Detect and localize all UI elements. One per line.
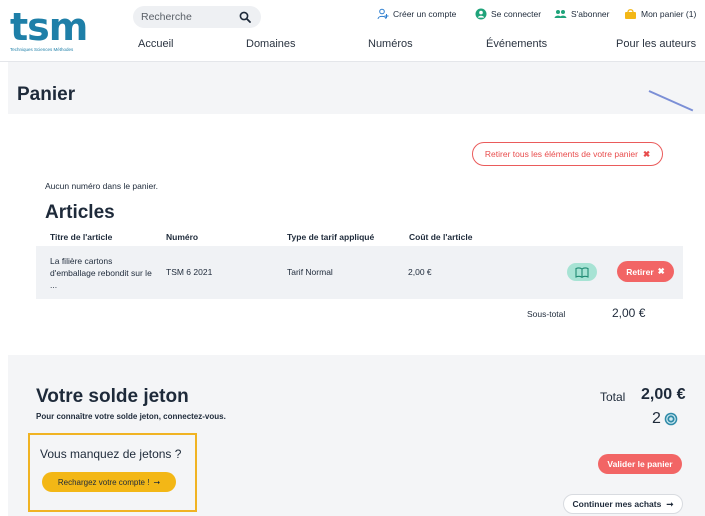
recharge-account-button[interactable]: Rechargez votre compte ! ➞: [42, 472, 176, 492]
article-rate: Tarif Normal: [287, 267, 333, 277]
token-balance-subtitle: Pour connaître votre solde jeton, connec…: [36, 412, 226, 421]
nav-item-events[interactable]: Événements: [486, 38, 547, 50]
nav-item-home[interactable]: Accueil: [138, 38, 173, 50]
recharge-label: Rechargez votre compte !: [57, 477, 150, 487]
page-title: Panier: [17, 84, 76, 105]
cart-link[interactable]: Mon panier (1): [624, 8, 696, 20]
column-header-issue: Numéro: [166, 232, 199, 242]
arrow-right-icon: ➞: [666, 498, 674, 509]
token-balance-title: Votre solde jeton: [36, 386, 189, 407]
subscribe-label: S'abonner: [571, 9, 610, 19]
nav-item-issues[interactable]: Numéros: [368, 38, 413, 50]
arrow-right-icon: ➞: [153, 477, 161, 487]
login-link[interactable]: Se connecter: [475, 8, 541, 20]
add-user-icon: [377, 8, 389, 20]
nav-item-authors[interactable]: Pour les auteurs: [616, 38, 696, 50]
main-nav: Accueil Domaines Numéros Événements Pour…: [0, 38, 705, 54]
remove-label: Retirer: [626, 266, 654, 277]
user-icon: [475, 8, 487, 20]
subtotal-label: Sous-total: [527, 309, 566, 319]
create-account-label: Créer un compte: [393, 9, 457, 19]
article-issue: TSM 6 2021: [166, 267, 213, 277]
subtotal-value: 2,00 €: [612, 306, 646, 320]
close-icon: ✖: [657, 266, 665, 276]
login-label: Se connecter: [491, 9, 542, 19]
token-promo-box: Vous manquez de jetons ? Rechargez votre…: [28, 433, 197, 512]
table-row: La filière cartons d'emballage rebondit …: [36, 246, 683, 299]
create-account-link[interactable]: Créer un compte: [377, 8, 456, 20]
top-links: Créer un compte Se connecter S'abonner M…: [0, 8, 705, 24]
total-value: 2,00 €: [641, 386, 686, 403]
token-count: 2: [652, 410, 678, 428]
token-icon: [664, 412, 678, 426]
article-cost: 2,00 €: [408, 267, 432, 277]
continue-shopping-button[interactable]: Continuer mes achats ➞: [563, 494, 683, 514]
column-header-title: Titre de l'article: [50, 232, 113, 242]
continue-label: Continuer mes achats: [572, 499, 662, 509]
read-article-button[interactable]: [567, 263, 597, 281]
clear-cart-button[interactable]: Retirer tous les éléments de votre panie…: [472, 142, 663, 166]
articles-heading: Articles: [45, 202, 115, 223]
group-icon: [554, 10, 567, 18]
article-title[interactable]: La filière cartons d'emballage rebondit …: [50, 255, 154, 291]
column-header-cost: Coût de l'article: [409, 232, 473, 242]
token-count-value: 2: [652, 410, 661, 427]
clear-cart-label: Retirer tous les éléments de votre panie…: [484, 149, 638, 159]
site-header: tsm Techniques Sciences Méthodes Créer u…: [0, 0, 705, 62]
subscribe-link[interactable]: S'abonner: [554, 8, 610, 20]
basket-icon: [625, 9, 636, 19]
column-header-rate: Type de tarif appliqué: [287, 232, 375, 242]
close-icon: ✖: [642, 148, 651, 159]
book-icon: [575, 266, 589, 278]
remove-article-button[interactable]: Retirer ✖: [617, 261, 674, 282]
empty-issues-message: Aucun numéro dans le panier.: [45, 181, 158, 191]
decorative-line: [648, 90, 694, 112]
promo-title: Vous manquez de jetons ?: [40, 447, 182, 461]
total-label: Total: [600, 390, 626, 404]
title-band: Panier: [8, 62, 705, 114]
validate-cart-button[interactable]: Valider le panier: [598, 454, 682, 474]
cart-label: Mon panier (1): [641, 9, 697, 19]
nav-item-domains[interactable]: Domaines: [246, 38, 296, 50]
